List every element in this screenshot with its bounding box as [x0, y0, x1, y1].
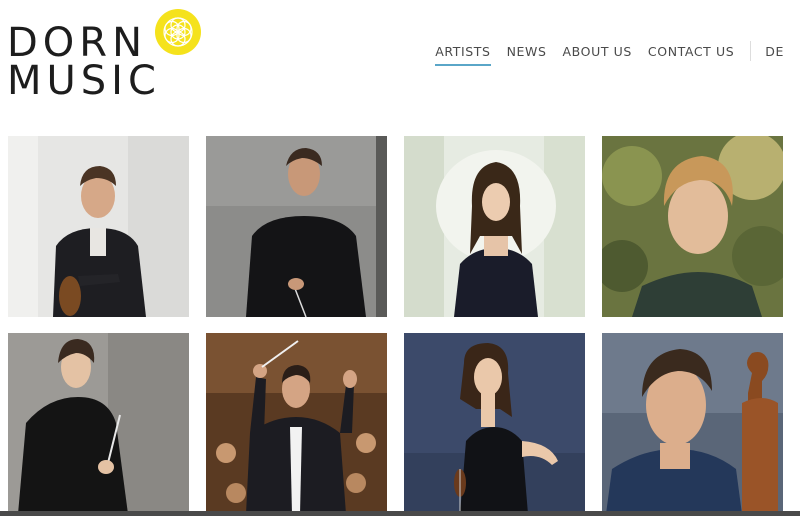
artist-tile[interactable]: [404, 136, 585, 317]
nav-artists[interactable]: ARTISTS: [435, 44, 491, 66]
logo-line-1: DORN: [7, 20, 147, 66]
nav-divider: [750, 41, 752, 61]
nav-news[interactable]: NEWS: [507, 44, 547, 59]
language-switch-de[interactable]: DE: [765, 44, 784, 59]
artist-tile[interactable]: [206, 136, 387, 317]
portrait-violinist-smiling: [8, 136, 189, 317]
artist-tile[interactable]: [206, 333, 387, 514]
bottom-scroll-bar: [0, 511, 800, 516]
portrait-conductor-black-sweater: [206, 136, 387, 317]
nav-about-us[interactable]: ABOUT US: [563, 44, 632, 59]
artist-tile[interactable]: [8, 333, 189, 514]
logo-wordmark: DORN MUSIC: [7, 20, 161, 104]
portrait-conductor-orchestra: [206, 333, 387, 514]
portrait-woman-dark-dress: [404, 136, 585, 317]
artist-tile[interactable]: [8, 136, 189, 317]
portrait-young-man-greenery: [602, 136, 783, 317]
main-nav: ARTISTS NEWS ABOUT US CONTACT US DE: [435, 41, 784, 66]
portrait-woman-violinist: [404, 333, 585, 514]
portrait-woman-conductor-baton: [8, 333, 189, 514]
artist-tile[interactable]: [404, 333, 585, 514]
nav-contact-us[interactable]: CONTACT US: [648, 44, 734, 59]
portrait-cellist: [602, 333, 783, 514]
site-logo[interactable]: DORN MUSIC: [7, 8, 207, 104]
artist-grid: [8, 136, 783, 514]
logo-line-2: MUSIC: [7, 58, 161, 104]
artist-tile[interactable]: [602, 136, 783, 317]
artist-tile[interactable]: [602, 333, 783, 514]
flower-of-life-icon: [155, 9, 201, 55]
